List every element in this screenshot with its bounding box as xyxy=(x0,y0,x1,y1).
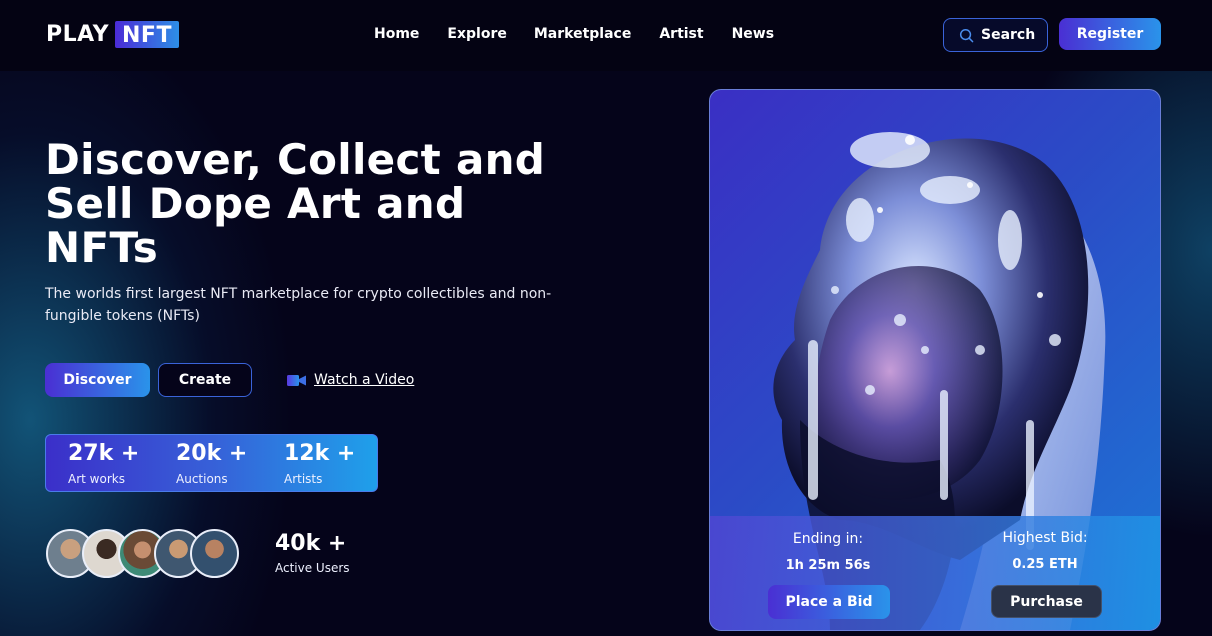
stat-art-works: 27k + Art works xyxy=(68,441,139,487)
active-users-stat: 40k + Active Users xyxy=(275,531,350,576)
logo[interactable]: PLAY NFT xyxy=(46,21,179,48)
watch-video-label: Watch a Video xyxy=(314,372,415,388)
stat-auctions: 20k + Auctions xyxy=(176,441,247,487)
logo-nft-badge: NFT xyxy=(115,21,179,48)
hero-title: Discover, Collect and Sell Dope Art and … xyxy=(45,138,645,270)
stat-value: 12k + xyxy=(284,441,356,466)
hero-subtitle: The worlds first largest NFT marketplace… xyxy=(45,286,552,324)
active-users-value: 40k + xyxy=(275,531,347,556)
hero-title-line-1: Discover, Collect and xyxy=(45,135,546,184)
user-avatar-group xyxy=(46,529,246,580)
highest-bid-value: 0.25 ETH xyxy=(1012,557,1078,572)
navbar: PLAY NFT Home Explore Marketplace Artist… xyxy=(0,0,1212,71)
search-icon xyxy=(959,28,974,42)
highest-bid-label: Highest Bid: xyxy=(1002,530,1088,546)
hero-title-line-3: NFTs xyxy=(45,223,159,272)
watch-video-link[interactable]: Watch a Video xyxy=(287,370,414,390)
stat-label: Art works xyxy=(68,472,125,486)
video-camera-icon xyxy=(287,374,306,386)
nav-marketplace-link[interactable]: Marketplace xyxy=(534,24,631,44)
main-menu: Home Explore Marketplace Artist News xyxy=(374,24,774,44)
stat-label: Auctions xyxy=(176,472,228,486)
stat-artists: 12k + Artists xyxy=(284,441,355,487)
stats-panel: 27k + Art works 20k + Auctions 12k + Art… xyxy=(45,434,378,492)
hero-title-line-2: Sell Dope Art and xyxy=(45,179,466,228)
search-button-label: Search xyxy=(981,27,1036,43)
featured-nft-card[interactable]: Ending in: 1h 25m 56s Highest Bid: 0.25 … xyxy=(709,89,1161,631)
highest-bid-block: Highest Bid: 0.25 ETH xyxy=(990,529,1100,574)
logo-play-text: PLAY xyxy=(46,22,109,47)
create-button[interactable]: Create xyxy=(158,363,252,397)
discover-button[interactable]: Discover xyxy=(45,363,150,397)
nav-explore-link[interactable]: Explore xyxy=(447,24,506,44)
active-users-label: Active Users xyxy=(275,561,350,575)
stat-value: 27k + xyxy=(68,441,140,466)
nav-artist-link[interactable]: Artist xyxy=(659,24,703,44)
ending-in-label: Ending in: xyxy=(792,531,864,547)
stat-value: 20k + xyxy=(176,441,248,466)
register-button[interactable]: Register xyxy=(1059,18,1161,50)
page: PLAY NFT Home Explore Marketplace Artist… xyxy=(0,0,1212,636)
nav-news-link[interactable]: News xyxy=(732,24,774,44)
avatar xyxy=(190,529,239,578)
search-button[interactable]: Search xyxy=(943,18,1048,52)
stat-label: Artists xyxy=(284,472,323,486)
ending-in-countdown: 1h 25m 56s xyxy=(785,558,871,573)
place-bid-button[interactable]: Place a Bid xyxy=(768,585,890,619)
nav-home-link[interactable]: Home xyxy=(374,24,419,44)
purchase-button[interactable]: Purchase xyxy=(991,585,1102,618)
ending-in-block: Ending in: 1h 25m 56s xyxy=(780,530,876,575)
auction-info-panel: Ending in: 1h 25m 56s Highest Bid: 0.25 … xyxy=(710,516,1160,630)
